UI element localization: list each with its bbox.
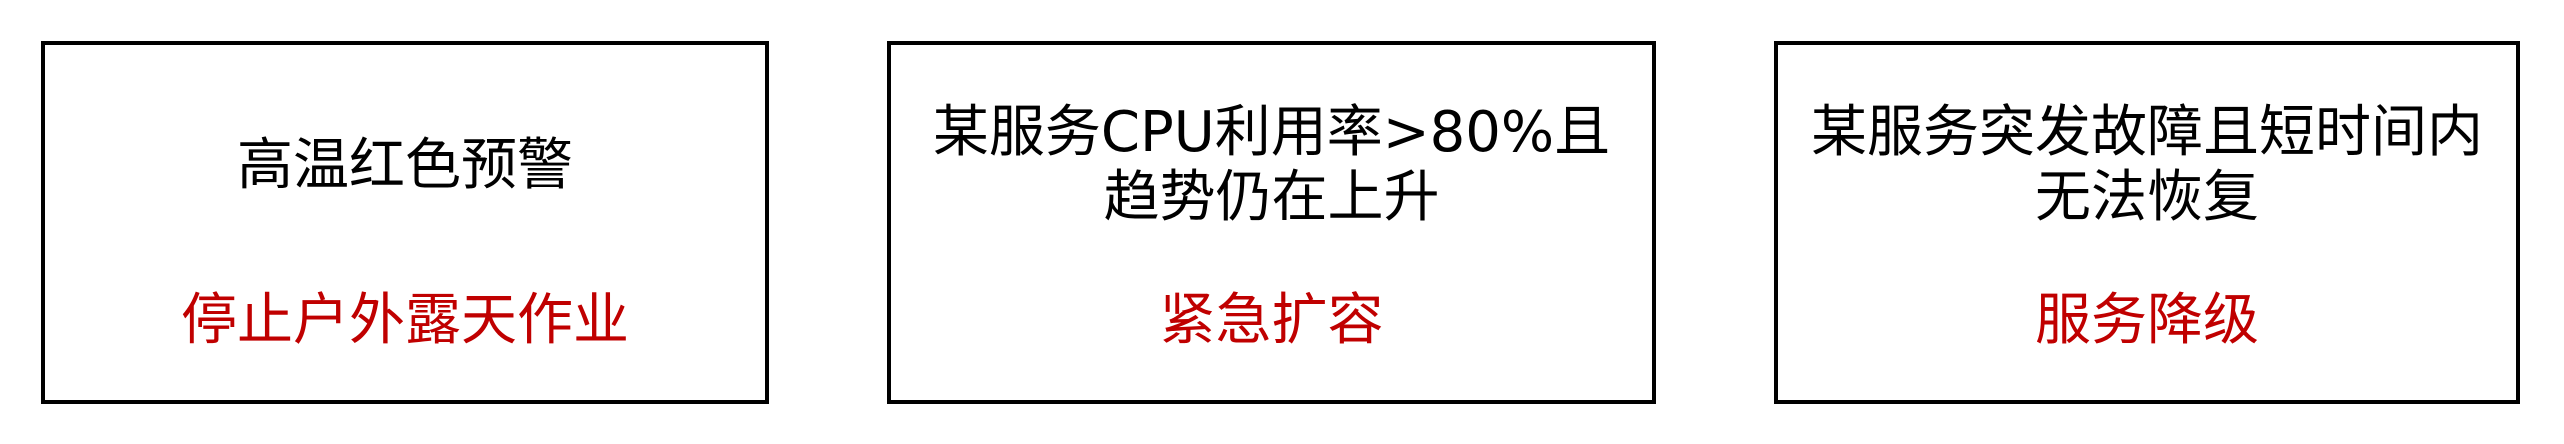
rule-card-heat-warning: 高温红色预警 停止户外露天作业 — [41, 41, 769, 404]
card-condition: 某服务突发故障且短时间内无法恢复 — [1811, 100, 2483, 230]
card-condition: 某服务CPU利用率>80%且趋势仍在上升 — [932, 100, 1611, 230]
card-action: 服务降级 — [2035, 287, 2259, 353]
rule-card-service-degradation: 某服务突发故障且短时间内无法恢复 服务降级 — [1774, 41, 2520, 404]
card-condition: 高温红色预警 — [237, 132, 573, 198]
card-action: 紧急扩容 — [1159, 287, 1384, 353]
rule-card-cpu-scale-out: 某服务CPU利用率>80%且趋势仍在上升 紧急扩容 — [887, 41, 1656, 404]
card-action: 停止户外露天作业 — [181, 287, 629, 353]
